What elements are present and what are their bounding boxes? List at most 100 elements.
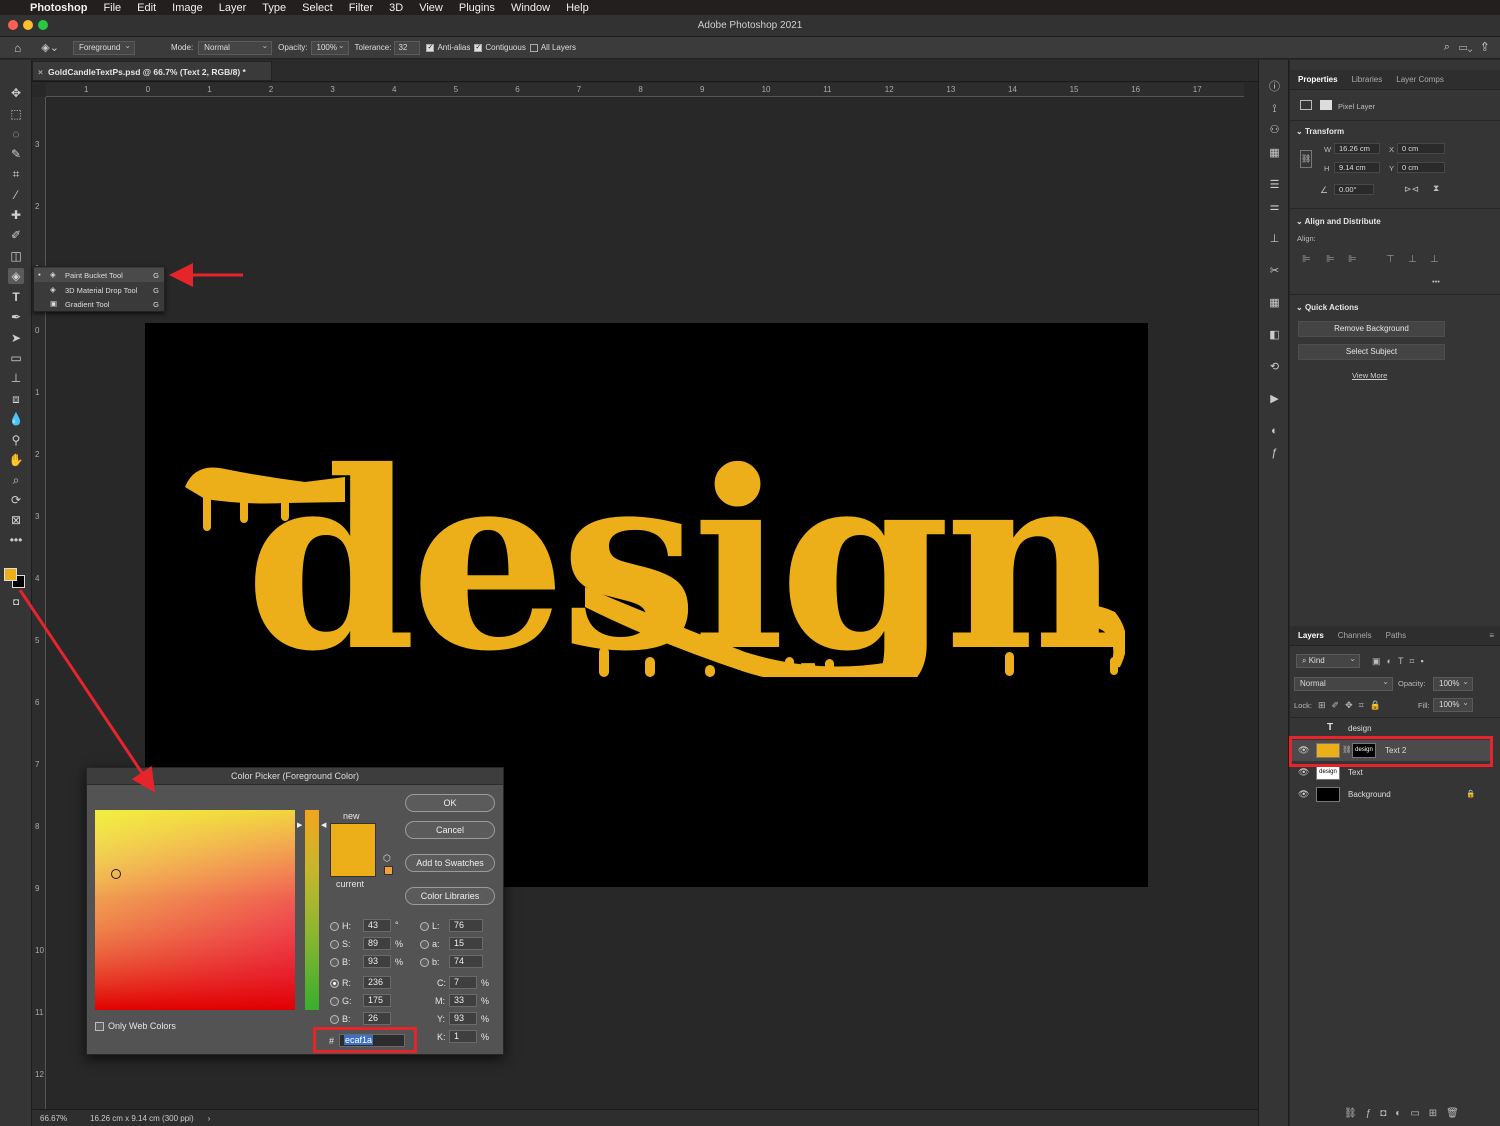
layers-footer-icons[interactable]: ⛓ƒ◘◐▭⊞🗑 [1344, 1108, 1468, 1119]
all-layers-checkbox[interactable] [529, 43, 538, 52]
menu-filter[interactable]: Filter [349, 2, 373, 14]
menu-select[interactable]: Select [302, 2, 333, 14]
lab-b-radio[interactable] [420, 958, 429, 967]
r-radio[interactable] [330, 979, 339, 988]
cyan-input[interactable]: 7 [449, 976, 477, 989]
close-tab-icon[interactable]: × [38, 67, 43, 77]
transform-section-title[interactable]: ⌄ Transform [1296, 127, 1344, 136]
vertical-ruler[interactable]: 3210123456789101112 [32, 97, 46, 1109]
eye-icon[interactable]: 👁 [1298, 789, 1309, 800]
flyout-item-3d-material-drop[interactable]: ◈ 3D Material Drop Tool G [34, 283, 164, 297]
tab-layers[interactable]: Layers [1298, 631, 1324, 640]
info-icon[interactable]: ⓘ [1267, 80, 1282, 95]
properties-sliders-icon[interactable]: ⚌ [1267, 200, 1282, 215]
s-radio[interactable] [330, 940, 339, 949]
3d-icon[interactable]: ⚇ [1267, 123, 1282, 138]
menu-image[interactable]: Image [172, 2, 203, 14]
align-middle-icon[interactable]: ⊥ [1408, 254, 1417, 265]
magenta-input[interactable]: 33 [449, 994, 477, 1007]
menu-type[interactable]: Type [262, 2, 286, 14]
h-radio[interactable] [330, 922, 339, 931]
y-input[interactable]: 0 cm [1397, 162, 1445, 173]
select-subject-button[interactable]: Select Subject [1298, 344, 1445, 360]
home-icon[interactable]: ⌂ [14, 41, 21, 55]
x-input[interactable]: 0 cm [1397, 143, 1445, 154]
dodge-tool-icon[interactable]: ⚲ [8, 432, 24, 448]
flyout-item-paint-bucket[interactable]: ▪ ◈ Paint Bucket Tool G [34, 268, 164, 282]
width-input[interactable]: 16.26 cm [1334, 143, 1380, 154]
g-radio[interactable] [330, 997, 339, 1006]
cancel-button[interactable]: Cancel [405, 821, 495, 839]
yellow-input[interactable]: 93 [449, 1012, 477, 1025]
paint-bucket-preset-icon[interactable]: ◈⌄ [41, 41, 59, 54]
search-icon[interactable]: ⌕ [1444, 41, 1450, 53]
move-tool-icon[interactable]: ✥ [8, 85, 24, 101]
lasso-tool-icon[interactable]: ◌ [8, 126, 24, 142]
flip-vertical-icon[interactable]: ⧗ [1433, 183, 1439, 194]
view-more-link[interactable]: View More [1352, 371, 1387, 380]
tab-channels[interactable]: Channels [1338, 631, 1372, 640]
layer-filter-icons[interactable]: ▣◐T⌗▪ [1372, 656, 1430, 667]
blue-radio[interactable] [330, 1015, 339, 1024]
actions-play-icon[interactable]: ▶ [1267, 392, 1282, 407]
quick-actions-title[interactable]: ⌄ Quick Actions [1296, 303, 1358, 312]
mask-icon[interactable] [1320, 100, 1332, 110]
color-field[interactable] [95, 810, 295, 1010]
more-options-icon[interactable]: ••• [1432, 277, 1440, 286]
layer-row-background[interactable]: 👁 Background 🔒 [1290, 784, 1490, 805]
lock-icon[interactable]: 🔒 [1466, 789, 1475, 798]
align-top-icon[interactable]: ⊤ [1386, 254, 1395, 265]
only-web-colors-checkbox[interactable] [95, 1022, 104, 1031]
tab-properties[interactable]: Properties [1298, 75, 1338, 84]
tab-layer-comps[interactable]: Layer Comps [1396, 75, 1444, 84]
align-left-icon[interactable]: ⊫ [1302, 254, 1311, 265]
hue-slider[interactable] [305, 810, 319, 1010]
height-input[interactable]: 9.14 cm [1334, 162, 1380, 173]
more-tools-icon[interactable]: ••• [8, 532, 24, 548]
type-tool-icon[interactable]: T [8, 289, 24, 305]
blur-tool-icon[interactable]: 💧 [8, 411, 24, 427]
tab-paths[interactable]: Paths [1386, 631, 1406, 640]
pen-tool-icon[interactable]: ✒ [8, 309, 24, 325]
horizontal-ruler[interactable]: 1 0 1 2 3 4 5 6 7 8 9 10 11 12 13 14 15 16 17 [46, 83, 1244, 97]
menu-layer[interactable]: Layer [219, 2, 247, 14]
align-bottom-icon[interactable]: ⊥ [1430, 254, 1439, 265]
layer-filter-select[interactable]: ⌕ Kind [1296, 653, 1360, 668]
tools-icon[interactable]: ✂ [1267, 264, 1282, 279]
layer-blend-mode-select[interactable]: Normal [1294, 676, 1393, 691]
ok-button[interactable]: OK [405, 794, 495, 812]
fill-input[interactable]: 100% [1433, 697, 1473, 712]
link-icon[interactable]: ⛓ [1300, 150, 1312, 168]
red-input[interactable]: 236 [363, 976, 391, 989]
frame-tool-icon[interactable]: ⊠ [8, 512, 24, 528]
layers-panel-menu-icon[interactable]: ≡ [1489, 631, 1494, 640]
l-radio[interactable] [420, 922, 429, 931]
color-libraries-button[interactable]: Color Libraries [405, 887, 495, 905]
menu-file[interactable]: File [103, 2, 121, 14]
document-info[interactable]: 16.26 cm x 9.14 cm (300 ppi) [90, 1114, 194, 1123]
workspace-icon[interactable]: ▭⌄ [1459, 41, 1473, 53]
document-tab[interactable]: × GoldCandleTextPs.psd @ 66.7% (Text 2, R… [32, 61, 272, 81]
share-icon[interactable]: ⇪ [1482, 41, 1488, 53]
grid-icon[interactable]: ▦ [1267, 146, 1282, 161]
foreground-color-swatch[interactable] [4, 568, 17, 581]
tolerance-input[interactable]: 32 [394, 40, 421, 55]
opacity-input[interactable]: 100% [310, 40, 349, 55]
a-radio[interactable] [420, 940, 429, 949]
eraser-tool-icon[interactable]: ◫ [8, 248, 24, 264]
marquee-tool-icon[interactable]: ⬚ [8, 106, 24, 122]
menu-app[interactable]: Photoshop [30, 2, 87, 14]
menu-plugins[interactable]: Plugins [459, 2, 495, 14]
history-brush-tool-icon[interactable]: ⧈ [8, 391, 24, 407]
rotate-view-tool-icon[interactable]: ⟳ [8, 492, 24, 508]
lock-icons[interactable]: ⊞✐✥⌗🔒 [1318, 700, 1387, 711]
align-section-title[interactable]: ⌄ Align and Distribute [1296, 217, 1381, 226]
antialias-option[interactable]: ✓ Anti-alias [426, 43, 470, 52]
styles-fx-icon[interactable]: ƒ [1267, 446, 1282, 461]
brush-tool-icon[interactable]: ✐ [8, 227, 24, 243]
status-menu-chevron-icon[interactable]: › [208, 1114, 211, 1123]
web-safe-swatch[interactable] [384, 866, 393, 875]
flip-horizontal-icon[interactable]: ⊳⊲ [1404, 184, 1419, 195]
paint-bucket-tool-icon[interactable]: ◈ [8, 268, 24, 284]
all-layers-option[interactable]: All Layers [529, 43, 576, 52]
